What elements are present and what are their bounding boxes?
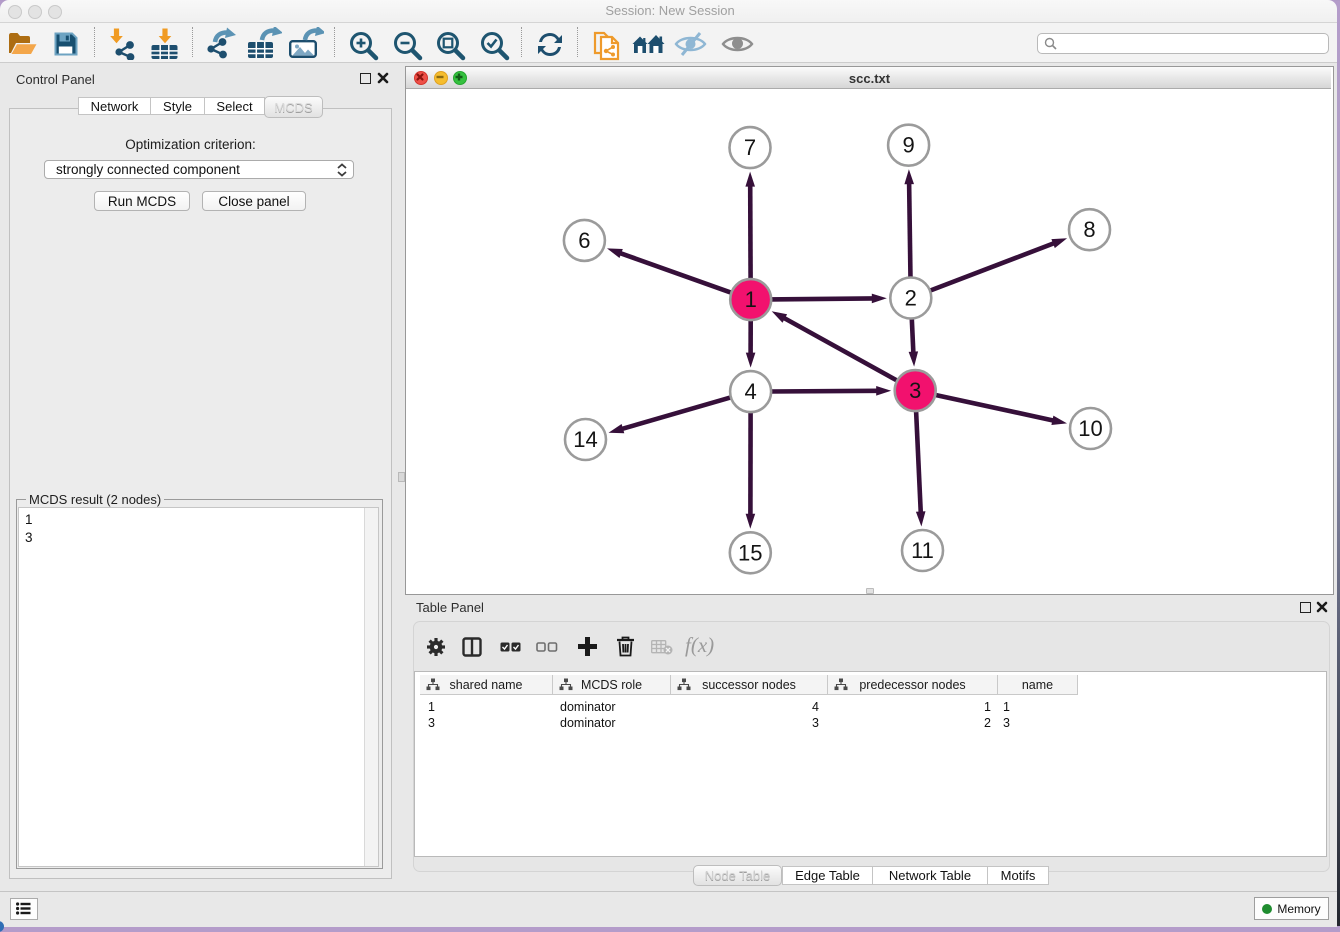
svg-text:1: 1 — [745, 287, 757, 312]
svg-text:14: 14 — [573, 427, 597, 452]
svg-text:9: 9 — [902, 133, 914, 158]
svg-text:3: 3 — [909, 378, 921, 403]
svg-text:10: 10 — [1078, 416, 1102, 441]
svg-text:2: 2 — [905, 286, 917, 311]
svg-text:11: 11 — [911, 538, 934, 563]
svg-text:15: 15 — [738, 540, 762, 565]
svg-text:6: 6 — [578, 228, 590, 253]
svg-text:7: 7 — [744, 135, 756, 160]
svg-text:4: 4 — [744, 379, 756, 404]
svg-text:8: 8 — [1083, 217, 1095, 242]
